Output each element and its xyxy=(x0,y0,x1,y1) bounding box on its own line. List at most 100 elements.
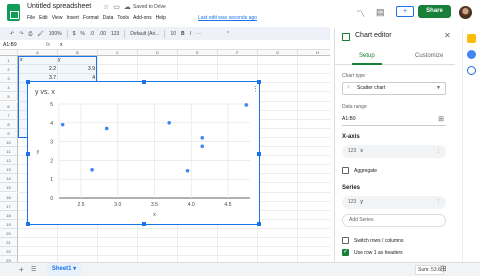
menu-file[interactable]: File xyxy=(27,15,35,21)
more-vert-icon[interactable]: ⋮ xyxy=(436,145,441,158)
row-header[interactable]: 5 xyxy=(0,92,18,102)
cell[interactable]: 3.9 xyxy=(58,66,95,72)
add-series-button[interactable]: Add Series xyxy=(342,214,446,227)
column-header-h[interactable]: H xyxy=(298,50,330,56)
row-header[interactable]: 6 xyxy=(0,101,18,111)
row-header[interactable]: 1 xyxy=(0,56,18,66)
menu-tools[interactable]: Tools xyxy=(117,15,129,21)
resize-handle[interactable] xyxy=(257,152,261,156)
row-header[interactable]: 16 xyxy=(0,192,18,202)
name-box[interactable]: A1:B9 xyxy=(3,42,38,48)
menu-edit[interactable]: Edit xyxy=(39,15,48,21)
menu-data[interactable]: Data xyxy=(103,15,114,21)
resize-handle[interactable] xyxy=(257,80,261,84)
resize-handle[interactable] xyxy=(142,222,146,226)
menu-insert[interactable]: Insert xyxy=(66,15,79,21)
collapse-icon[interactable]: ⌃ xyxy=(226,31,230,37)
row-header[interactable]: 3 xyxy=(0,74,18,84)
column-header-e[interactable]: E xyxy=(178,50,218,56)
decrease-decimal-button[interactable]: .0 xyxy=(90,31,94,37)
italic-icon[interactable]: I xyxy=(190,31,191,37)
document-title[interactable]: Untitled spreadsheet xyxy=(27,3,91,10)
currency-button[interactable]: $ xyxy=(73,31,76,37)
close-icon[interactable]: ✕ xyxy=(444,31,451,40)
resize-handle[interactable] xyxy=(26,152,30,156)
redo-icon[interactable]: ↷ xyxy=(19,31,23,37)
row-header[interactable]: 21 xyxy=(0,238,18,248)
bold-icon[interactable]: B xyxy=(181,31,185,37)
formula-input[interactable]: x xyxy=(60,42,63,48)
aggregate-checkbox[interactable] xyxy=(342,167,349,174)
data-range-input[interactable]: A1:B9 ⊞ xyxy=(342,113,446,126)
row-header[interactable]: 22 xyxy=(0,247,18,257)
percent-button[interactable]: % xyxy=(80,31,84,37)
menu-addons[interactable]: Add-ons xyxy=(133,15,152,21)
resize-handle[interactable] xyxy=(26,80,30,84)
row-header[interactable]: 11 xyxy=(0,147,18,157)
grid-select-icon[interactable]: ⊞ xyxy=(438,113,444,126)
more-icon[interactable]: ⋯ xyxy=(196,31,201,37)
resize-handle[interactable] xyxy=(257,222,261,226)
switch-rows-checkbox[interactable] xyxy=(342,237,349,244)
menu-format[interactable]: Format xyxy=(83,15,99,21)
cell[interactable]: x xyxy=(20,57,57,63)
row-header[interactable]: 15 xyxy=(0,183,18,193)
row-header[interactable]: 10 xyxy=(0,137,18,147)
last-edit-link[interactable]: Last edit was seconds ago xyxy=(198,15,257,21)
row-header[interactable]: 8 xyxy=(0,119,18,129)
row-header[interactable]: 19 xyxy=(0,219,18,229)
increase-decimal-button[interactable]: .00 xyxy=(99,31,106,37)
font-size-select[interactable]: 10 xyxy=(170,31,176,37)
sheets-logo-icon[interactable] xyxy=(7,4,20,21)
star-icon[interactable]: ☆ xyxy=(103,3,109,11)
all-sheets-icon[interactable]: ☰ xyxy=(31,266,36,273)
row-header[interactable]: 12 xyxy=(0,156,18,166)
tasks-icon[interactable] xyxy=(467,50,476,59)
column-header-f[interactable]: F xyxy=(218,50,258,56)
tab-customize[interactable]: Customize xyxy=(415,53,443,59)
contacts-icon[interactable] xyxy=(467,66,476,75)
series-chip[interactable]: 123 y ⋮ xyxy=(342,196,446,209)
row-header[interactable]: 14 xyxy=(0,174,18,184)
more-vert-icon[interactable]: ⋮ xyxy=(436,196,441,209)
font-select[interactable]: Default (Ari... xyxy=(130,31,159,37)
keep-icon[interactable] xyxy=(467,34,476,43)
chart-type-select[interactable]: Scatter chart ⁘ ▼ xyxy=(342,82,446,95)
row-header[interactable]: 2 xyxy=(0,65,18,75)
row-header[interactable]: 7 xyxy=(0,110,18,120)
user-avatar[interactable] xyxy=(459,6,472,19)
cell[interactable]: 2.2 xyxy=(19,66,56,72)
chart-title[interactable]: y vs. x xyxy=(35,89,55,96)
zoom-select[interactable]: 100% xyxy=(49,31,62,37)
column-header-g[interactable]: G xyxy=(258,50,298,56)
more-formats-button[interactable]: 123 xyxy=(111,31,119,37)
print-icon[interactable]: ⎙ xyxy=(28,31,32,37)
row-header[interactable]: 4 xyxy=(0,83,18,93)
move-folder-icon[interactable]: ▭ xyxy=(113,3,120,11)
row-header[interactable]: 13 xyxy=(0,165,18,175)
chart-menu-icon[interactable]: ⋮ xyxy=(252,85,259,93)
use-row-headers-checkbox[interactable] xyxy=(342,248,349,256)
tab-setup[interactable]: Setup xyxy=(359,53,375,59)
activity-trend-icon[interactable]: 〽 xyxy=(356,7,365,20)
paint-format-icon[interactable]: 🖌 xyxy=(37,31,43,37)
cloud-saved-icon[interactable]: ☁ xyxy=(124,3,131,11)
scatter-chart[interactable]: 0 1 2 3 4 5 2.5 3.0 3.5 4.0 4.5 x y y vs. x ⋮ xyxy=(26,80,261,226)
meet-add-button[interactable]: + xyxy=(396,6,414,17)
menu-help[interactable]: Help xyxy=(156,15,166,21)
add-sheet-icon[interactable]: + xyxy=(19,265,24,274)
row-header[interactable]: 17 xyxy=(0,201,18,211)
column-header-d[interactable]: D xyxy=(138,50,178,56)
menu-view[interactable]: View xyxy=(52,15,63,21)
explore-icon[interactable]: ⊞ xyxy=(440,264,454,275)
comments-icon[interactable]: ▤ xyxy=(376,7,385,20)
resize-handle[interactable] xyxy=(142,80,146,84)
share-button[interactable]: Share xyxy=(418,5,451,18)
cell[interactable]: y xyxy=(58,57,95,63)
resize-handle[interactable] xyxy=(26,222,30,226)
row-header[interactable]: 18 xyxy=(0,210,18,220)
sheet-tab[interactable]: Sheet1 ▾ xyxy=(47,263,81,276)
row-header[interactable]: 9 xyxy=(0,128,18,138)
undo-icon[interactable]: ↶ xyxy=(10,31,14,37)
row-header[interactable]: 20 xyxy=(0,228,18,238)
